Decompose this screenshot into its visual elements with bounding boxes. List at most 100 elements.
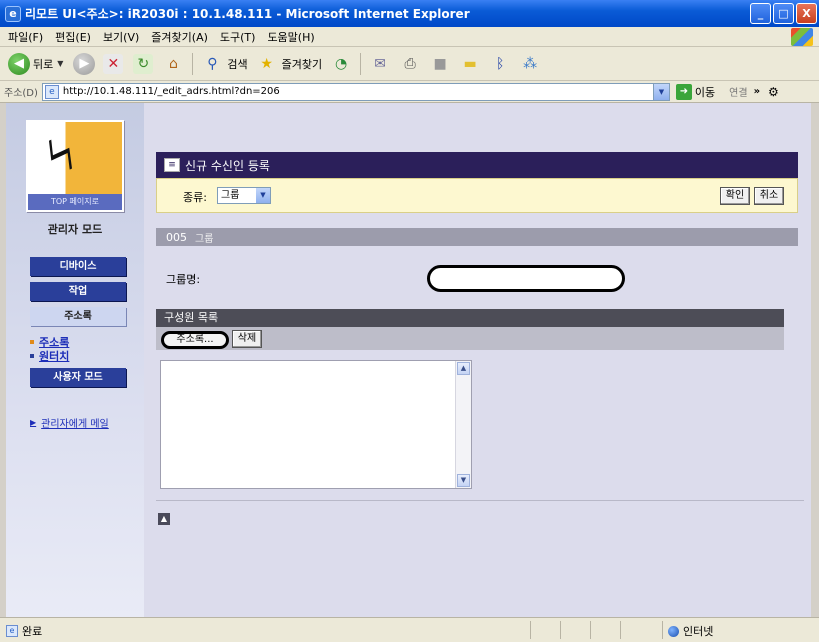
links-chevron-icon[interactable]: » xyxy=(754,86,760,97)
globe-icon xyxy=(668,625,679,637)
status-bar: e 완료 인터넷 xyxy=(0,617,819,642)
page-status-icon: e xyxy=(6,625,18,637)
toolbar-separator xyxy=(192,52,194,75)
go-label: 이동 xyxy=(694,85,716,99)
status-divider xyxy=(620,621,621,639)
address-bar: 주소(D) e http://10.1.48.111/_edit_adrs.ht… xyxy=(0,81,819,103)
group-name-label: 그룹명: xyxy=(166,273,201,286)
type-panel: 종류: 그룹 ▼ 확인 취소 xyxy=(156,178,798,213)
close-button[interactable]: X xyxy=(796,3,817,24)
menu-favorites[interactable]: 즐겨찾기(A) xyxy=(151,29,208,45)
search-label[interactable]: 검색 xyxy=(227,56,247,72)
logo-art: ϟ xyxy=(28,122,122,194)
printer-logo-icon: ϟ xyxy=(36,125,87,187)
status-divider xyxy=(662,621,663,639)
address-label: 주소(D) xyxy=(4,88,38,99)
menu-help[interactable]: 도움말(H) xyxy=(267,29,314,45)
mode-title: 관리자 모드 xyxy=(47,223,103,236)
group-name-input[interactable] xyxy=(427,265,625,292)
search-icon[interactable]: ⚲ xyxy=(202,54,222,74)
refresh-icon[interactable]: ↻ xyxy=(133,53,154,74)
entry-number: 005 xyxy=(166,230,187,244)
extension-icon[interactable]: ⚙ xyxy=(768,85,779,99)
bullet-icon xyxy=(30,354,34,358)
members-actions: 주소록... 삭제 xyxy=(156,327,784,350)
sidebar: ϟ TOP 페이지로 관리자 모드 디바이스 작업 주소록 주소록 원터치 사용… xyxy=(6,103,144,617)
panel-header: ≡ 신규 수신인 등록 xyxy=(156,152,798,178)
mail-icon[interactable]: ✉ xyxy=(370,54,390,74)
chevron-down-icon[interactable]: ▼ xyxy=(256,188,270,203)
ok-button[interactable]: 확인 xyxy=(720,187,750,205)
menu-view[interactable]: 보기(V) xyxy=(103,29,139,45)
status-zone: 인터넷 xyxy=(668,623,713,639)
bullet-icon xyxy=(30,340,34,344)
browser-viewport: ϟ TOP 페이지로 관리자 모드 디바이스 작업 주소록 주소록 원터치 사용… xyxy=(6,103,811,617)
mail-admin-label[interactable]: 관리자에게 메일 xyxy=(41,415,109,430)
nav-device-button[interactable]: 디바이스 xyxy=(30,257,126,276)
status-divider xyxy=(590,621,591,639)
links-label[interactable]: 연결 xyxy=(729,84,747,99)
one-touch-link-label[interactable]: 원터치 xyxy=(39,348,69,364)
maximize-button[interactable]: □ xyxy=(773,3,794,24)
one-touch-link[interactable]: 원터치 xyxy=(30,348,69,364)
favorites-label[interactable]: 즐겨찾기 xyxy=(282,56,322,72)
minimize-button[interactable]: _ xyxy=(750,3,771,24)
arrow-right-icon: ▶ xyxy=(30,418,37,427)
go-arrow-icon: ➜ xyxy=(675,83,692,100)
menu-edit[interactable]: 편집(E) xyxy=(55,29,91,45)
panel-title: 신규 수신인 등록 xyxy=(185,158,270,173)
nav-job-button[interactable]: 작업 xyxy=(30,282,126,301)
divider xyxy=(156,500,804,501)
member-list[interactable]: ▲ ▼ xyxy=(160,360,472,489)
favorites-icon[interactable]: ★ xyxy=(257,54,277,74)
entry-kind: 그룹 xyxy=(195,233,214,245)
address-input[interactable]: e http://10.1.48.111/_edit_adrs.html?dn=… xyxy=(41,82,670,101)
ie-app-icon: e xyxy=(5,5,21,22)
type-label: 종류: xyxy=(183,191,207,204)
type-select-value: 그룹 xyxy=(221,190,240,201)
members-title: 구성원 목록 xyxy=(156,309,784,327)
window-title: 리모트 UI<주소>: iR2030i : 10.1.48.111 - Micr… xyxy=(25,7,470,21)
home-icon[interactable]: ⌂ xyxy=(163,54,183,74)
back-to-top-icon[interactable]: ▲ xyxy=(158,513,170,525)
toolbar: ◀ 뒤로 ▼ ▶ ✕ ↻ ⌂ ⚲ 검색 ★ 즐겨찾기 ◔ ✉ ⎙ ■ ▬ ᛒ ⁂ xyxy=(0,47,819,81)
stop-icon[interactable]: ✕ xyxy=(103,53,124,74)
menu-tools[interactable]: 도구(T) xyxy=(220,29,256,45)
cancel-button[interactable]: 취소 xyxy=(754,187,784,205)
go-button[interactable]: ➜ 이동 xyxy=(675,83,716,100)
forward-icon[interactable]: ▶ xyxy=(73,52,96,75)
windows-logo-icon xyxy=(791,28,813,46)
scroll-up-icon[interactable]: ▲ xyxy=(457,362,470,375)
logo-caption: TOP 페이지로 xyxy=(28,194,122,210)
address-dropdown-icon[interactable]: ▼ xyxy=(652,83,669,100)
mail-admin-link[interactable]: ▶ 관리자에게 메일 xyxy=(30,415,109,430)
title-bar: e 리모트 UI<주소>: iR2030i : 10.1.48.111 - Mi… xyxy=(0,0,819,27)
page-icon: e xyxy=(44,84,59,99)
back-label[interactable]: 뒤로 xyxy=(33,56,53,72)
scroll-down-icon[interactable]: ▼ xyxy=(457,474,470,487)
history-icon[interactable]: ◔ xyxy=(331,54,351,74)
edit-icon[interactable]: ■ xyxy=(430,54,450,74)
main-content: ≡ 신규 수신인 등록 종류: 그룹 ▼ 확인 취소 005 그룹 그룹명: 구… xyxy=(144,103,811,617)
address-book-button[interactable]: 주소록... xyxy=(161,331,229,349)
delete-button[interactable]: 삭제 xyxy=(232,330,262,348)
print-icon[interactable]: ⎙ xyxy=(400,54,420,74)
zone-text: 인터넷 xyxy=(683,625,714,638)
entry-section-bar: 005 그룹 xyxy=(156,228,798,246)
status-left: e 완료 xyxy=(6,623,42,639)
address-url[interactable]: http://10.1.48.111/_edit_adrs.html?dn=20… xyxy=(63,86,280,97)
folder-icon[interactable]: ▬ xyxy=(460,54,480,74)
status-divider xyxy=(530,621,531,639)
status-text: 완료 xyxy=(22,625,43,638)
menu-file[interactable]: 파일(F) xyxy=(8,29,43,45)
bluetooth-icon[interactable]: ᛒ xyxy=(490,54,510,74)
back-dropdown-icon[interactable]: ▼ xyxy=(57,59,63,68)
nav-address-book-button[interactable]: 주소록 xyxy=(30,307,126,326)
messenger-icon[interactable]: ⁂ xyxy=(520,54,540,74)
top-page-logo[interactable]: ϟ TOP 페이지로 xyxy=(26,120,124,212)
type-select[interactable]: 그룹 ▼ xyxy=(217,187,271,204)
member-list-scrollbar[interactable]: ▲ ▼ xyxy=(455,361,471,488)
back-icon[interactable]: ◀ xyxy=(8,52,30,75)
status-divider xyxy=(560,621,561,639)
nav-user-mode-button[interactable]: 사용자 모드 xyxy=(30,368,126,387)
